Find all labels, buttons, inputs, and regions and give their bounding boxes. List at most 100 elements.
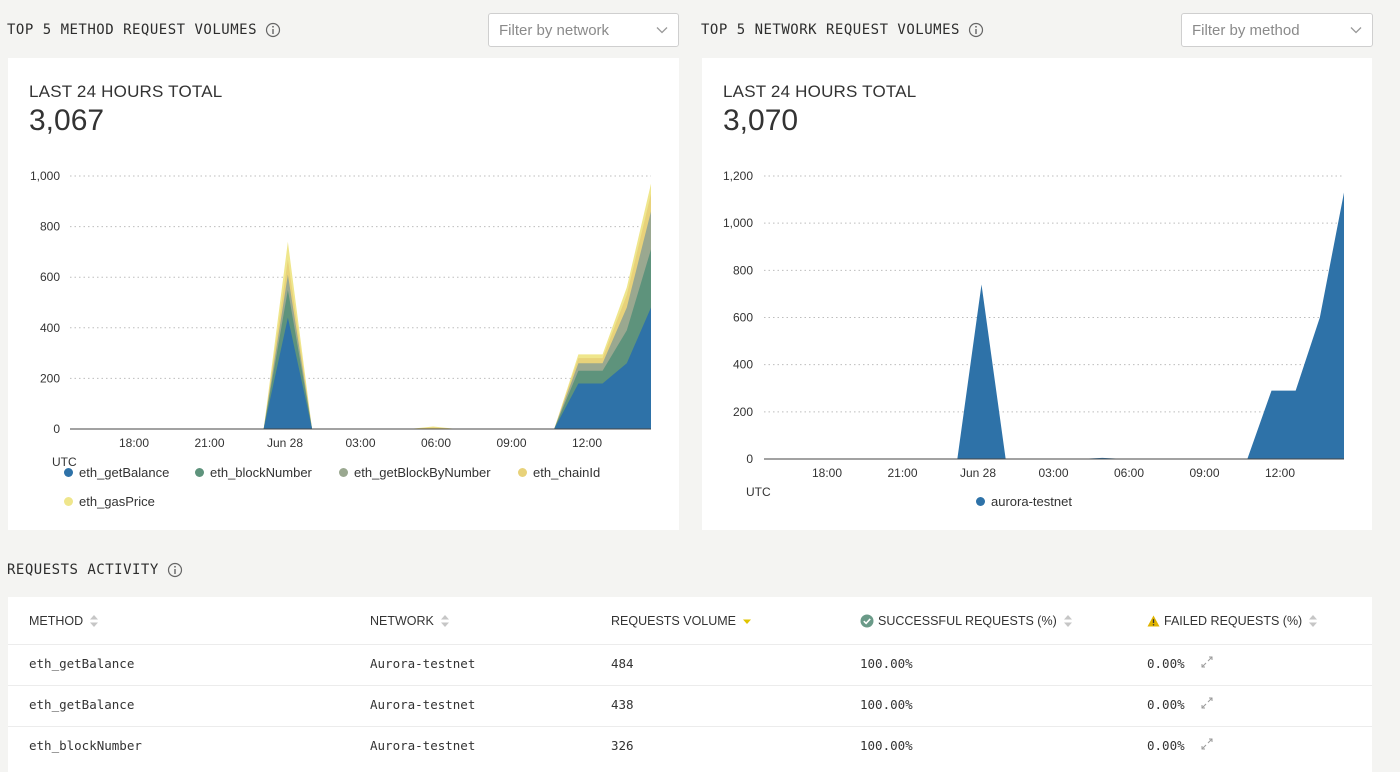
legend-item-eth-gasprice[interactable]: eth_gasPrice xyxy=(64,494,155,509)
warning-icon xyxy=(1147,615,1160,627)
divider xyxy=(8,644,1372,645)
y-tick-label: 600 xyxy=(40,270,60,284)
column-header-network[interactable]: NETWORK xyxy=(370,614,450,628)
network-volumes-title: TOP 5 NETWORK REQUEST VOLUMES xyxy=(701,22,960,38)
legend-item-aurora-testnet[interactable]: aurora-testnet xyxy=(976,494,1072,509)
cell-requests-volume: 326 xyxy=(611,738,634,753)
legend-label: eth_chainId xyxy=(533,465,601,480)
expand-icon[interactable] xyxy=(1200,696,1214,710)
requests-activity-table: METHOD NETWORK REQUESTS VOLUME SUCCESSFU… xyxy=(8,597,1372,772)
legend-dot xyxy=(339,468,348,477)
filter-by-method-placeholder: Filter by method xyxy=(1192,21,1300,39)
cell-requests-volume: 438 xyxy=(611,697,634,712)
check-circle-icon xyxy=(860,614,874,628)
legend-item-eth-blocknumber[interactable]: eth_blockNumber xyxy=(195,465,312,480)
requests-activity-title: REQUESTS ACTIVITY xyxy=(7,562,159,578)
legend-dot xyxy=(64,497,73,506)
legend-dot xyxy=(976,497,985,506)
cell-failed: 0.00% xyxy=(1147,738,1185,753)
y-tick-label: 800 xyxy=(40,220,60,234)
legend-item-eth-getblockbynumber[interactable]: eth_getBlockByNumber xyxy=(339,465,491,480)
cell-requests-volume: 484 xyxy=(611,656,634,671)
y-tick-label: 0 xyxy=(746,452,753,466)
sort-icon xyxy=(1063,615,1072,627)
legend-label: eth_blockNumber xyxy=(210,465,312,480)
column-header-method[interactable]: METHOD xyxy=(29,614,99,628)
sort-icon xyxy=(440,615,449,627)
column-label: REQUESTS VOLUME xyxy=(611,614,737,628)
series-area-eth-getblockbynumber[interactable] xyxy=(70,211,651,429)
expand-icon[interactable] xyxy=(1200,737,1214,751)
legend-label: aurora-testnet xyxy=(991,494,1072,509)
chevron-down-icon xyxy=(656,27,668,34)
column-label: FAILED REQUESTS (%) xyxy=(1164,614,1303,628)
divider xyxy=(8,685,1372,686)
x-tick-label: 18:00 xyxy=(119,436,149,450)
x-tick-label: 03:00 xyxy=(1038,466,1068,480)
network-volumes-header: TOP 5 NETWORK REQUEST VOLUMES xyxy=(701,13,984,47)
y-tick-label: 800 xyxy=(733,263,753,277)
info-icon[interactable] xyxy=(167,562,183,578)
x-tick-label: Jun 28 xyxy=(267,436,303,450)
column-label: SUCCESSFUL REQUESTS (%) xyxy=(878,614,1057,628)
cell-network: Aurora-testnet xyxy=(370,697,476,712)
column-header-failed-requests[interactable]: FAILED REQUESTS (%) xyxy=(1147,614,1318,628)
legend-dot xyxy=(64,468,73,477)
filter-by-network-select[interactable]: Filter by network xyxy=(488,13,679,47)
cell-failed: 0.00% xyxy=(1147,697,1185,712)
y-tick-label: 400 xyxy=(40,321,60,335)
x-tick-label: 06:00 xyxy=(1114,466,1144,480)
column-label: METHOD xyxy=(29,614,84,628)
y-tick-label: 400 xyxy=(733,358,753,372)
method-volumes-chart: 0 200 400 600 800 1,000 18:00 21:00 Jun 28 03:00 0… xyxy=(30,169,651,469)
cell-method: eth_blockNumber xyxy=(29,738,142,753)
cell-failed: 0.00% xyxy=(1147,656,1185,671)
series-area-aurora-testnet[interactable] xyxy=(764,192,1344,459)
legend-dot xyxy=(518,468,527,477)
legend-label: eth_getBlockByNumber xyxy=(354,465,491,480)
sort-descending-icon xyxy=(743,619,752,624)
info-icon[interactable] xyxy=(968,22,984,38)
cell-method: eth_getBalance xyxy=(29,697,135,712)
x-tick-label: 18:00 xyxy=(812,466,842,480)
cell-successful: 100.00% xyxy=(860,738,913,753)
y-tick-label: 1,200 xyxy=(723,169,753,183)
cell-successful: 100.00% xyxy=(860,656,913,671)
expand-icon[interactable] xyxy=(1200,655,1214,669)
x-tick-label: Jun 28 xyxy=(960,466,996,480)
x-tick-label: 09:00 xyxy=(496,436,526,450)
cell-method: eth_getBalance xyxy=(29,656,135,671)
x-tick-label: 12:00 xyxy=(572,436,602,450)
y-tick-label: 200 xyxy=(733,405,753,419)
network-volumes-chart: 0 200 400 600 800 1,000 1,200 18:00 21:00 Jun 28 0… xyxy=(723,169,1344,499)
column-header-successful-requests[interactable]: SUCCESSFUL REQUESTS (%) xyxy=(860,614,1073,628)
legend-label: eth_gasPrice xyxy=(79,494,155,509)
sort-icon xyxy=(1309,615,1318,627)
y-tick-label: 600 xyxy=(733,311,753,325)
column-header-requests-volume[interactable]: REQUESTS VOLUME xyxy=(611,614,752,628)
method-volumes-header: TOP 5 METHOD REQUEST VOLUMES xyxy=(7,13,281,47)
x-tick-label: 09:00 xyxy=(1189,466,1219,480)
requests-activity-header: REQUESTS ACTIVITY xyxy=(7,553,183,587)
method-volumes-card: LAST 24 HOURS TOTAL 3,067 0 200 400 600 800 1… xyxy=(8,58,679,530)
legend-item-eth-getbalance[interactable]: eth_getBalance xyxy=(64,465,169,480)
divider xyxy=(8,726,1372,727)
legend-item-eth-chainid[interactable]: eth_chainId xyxy=(518,465,600,480)
y-tick-label: 1,000 xyxy=(723,216,753,230)
legend-dot xyxy=(195,468,204,477)
cell-network: Aurora-testnet xyxy=(370,656,476,671)
method-volumes-title: TOP 5 METHOD REQUEST VOLUMES xyxy=(7,22,258,38)
info-icon[interactable] xyxy=(265,22,281,38)
series-area-eth-chainid[interactable] xyxy=(70,193,651,429)
cell-network: Aurora-testnet xyxy=(370,738,476,753)
cell-successful: 100.00% xyxy=(860,697,913,712)
chevron-down-icon xyxy=(1350,27,1362,34)
network-volumes-card: LAST 24 HOURS TOTAL 3,070 0 200 400 600 800 1… xyxy=(702,58,1372,530)
y-tick-label: 200 xyxy=(40,371,60,385)
x-tick-label: 06:00 xyxy=(421,436,451,450)
filter-by-method-select[interactable]: Filter by method xyxy=(1181,13,1373,47)
sort-icon xyxy=(90,615,99,627)
y-tick-label: 0 xyxy=(53,422,60,436)
series-area-eth-gasprice[interactable] xyxy=(70,183,651,429)
column-label: NETWORK xyxy=(370,614,434,628)
